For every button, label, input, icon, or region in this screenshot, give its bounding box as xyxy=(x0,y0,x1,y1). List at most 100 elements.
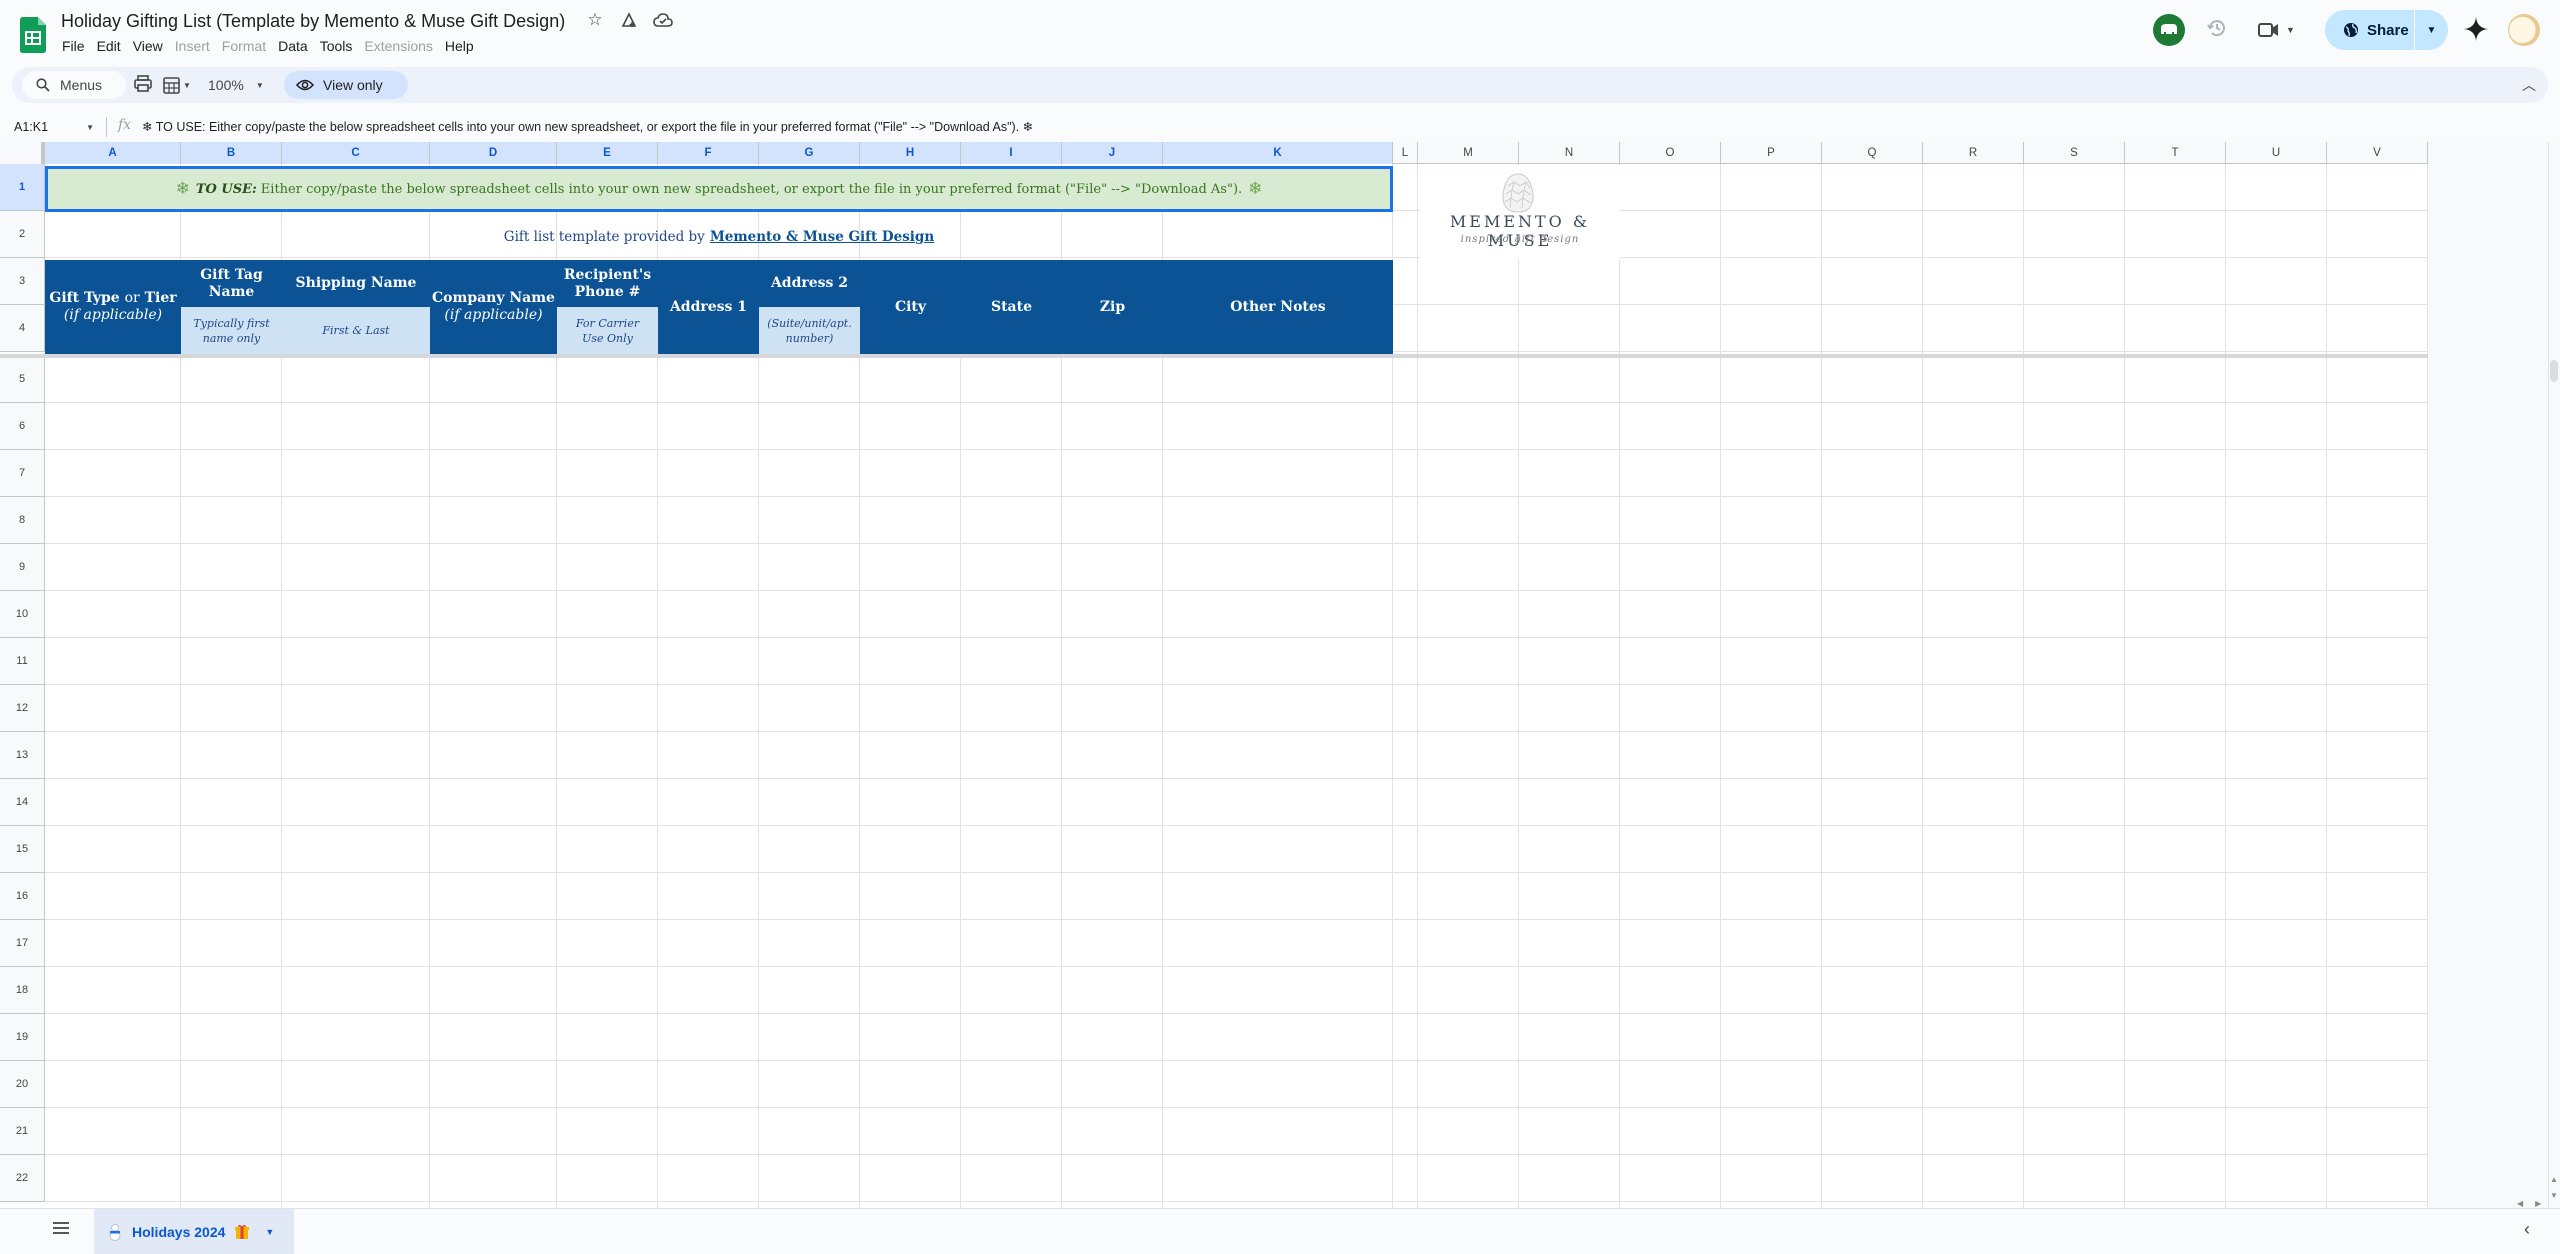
formula-input[interactable]: ❄ TO USE: Either copy/paste the below sp… xyxy=(142,119,1033,134)
header-gift-tag[interactable]: Gift Tag Name xyxy=(181,260,282,307)
menu-help[interactable]: Help xyxy=(439,36,480,56)
menu-view[interactable]: View xyxy=(127,36,169,56)
row-header-4[interactable]: 4 xyxy=(0,305,45,352)
scroll-down-icon[interactable]: ▼ xyxy=(2548,1188,2560,1204)
print-icon[interactable] xyxy=(134,75,154,95)
row-header-5[interactable]: 5 xyxy=(0,356,45,403)
row-header-13[interactable]: 13 xyxy=(0,732,45,779)
header-city[interactable]: City xyxy=(860,260,961,354)
star-icon[interactable]: ☆ xyxy=(585,10,605,30)
row-header-14[interactable]: 14 xyxy=(0,779,45,826)
column-header-m[interactable]: M xyxy=(1418,142,1519,164)
row-header-7[interactable]: 7 xyxy=(0,450,45,497)
column-header-b[interactable]: B xyxy=(181,142,282,164)
header-phone-sub[interactable]: For Carrier Use Only xyxy=(557,307,658,354)
header-address1[interactable]: Address 1 xyxy=(658,260,759,354)
memento-muse-logo[interactable]: MEMENTO & MUSE inspired gift design xyxy=(1420,166,1620,260)
row-header-18[interactable]: 18 xyxy=(0,967,45,1014)
view-only-badge[interactable]: View only xyxy=(284,71,408,99)
collapse-menus-icon[interactable]: ︿ xyxy=(2522,75,2536,95)
menu-data[interactable]: Data xyxy=(272,36,314,56)
scroll-left-icon[interactable]: ◀ xyxy=(2517,1199,2523,1208)
header-company[interactable]: Company Name (if applicable) xyxy=(430,260,557,354)
column-header-i[interactable]: I xyxy=(961,142,1062,164)
column-header-e[interactable]: E xyxy=(557,142,658,164)
column-header-t[interactable]: T xyxy=(2125,142,2226,164)
column-header-d[interactable]: D xyxy=(430,142,557,164)
column-header-p[interactable]: P xyxy=(1721,142,1822,164)
row-header-10[interactable]: 10 xyxy=(0,591,45,638)
column-header-v[interactable]: V xyxy=(2327,142,2428,164)
column-header-n[interactable]: N xyxy=(1519,142,1620,164)
format-number-button[interactable]: ▼ xyxy=(163,75,197,95)
document-title[interactable]: Holiday Gifting List (Template by Mement… xyxy=(61,11,565,32)
column-header-l[interactable]: L xyxy=(1393,142,1418,164)
credit-link[interactable]: Memento & Muse Gift Design xyxy=(710,229,934,245)
share-dropdown-button[interactable]: ▼ xyxy=(2415,25,2448,36)
row-header-20[interactable]: 20 xyxy=(0,1061,45,1108)
header-zip[interactable]: Zip xyxy=(1062,260,1163,354)
collapse-side-panel-icon[interactable]: ‹ xyxy=(2524,1219,2530,1240)
row-header-8[interactable]: 8 xyxy=(0,497,45,544)
credit-cell[interactable]: Gift list template provided by Memento &… xyxy=(45,213,1393,260)
row-header-11[interactable]: 11 xyxy=(0,638,45,685)
header-address2-sub[interactable]: (Suite/unit/apt. number) xyxy=(759,307,860,354)
select-all-corner[interactable] xyxy=(0,142,45,164)
column-header-o[interactable]: O xyxy=(1620,142,1721,164)
column-header-h[interactable]: H xyxy=(860,142,961,164)
header-other-notes[interactable]: Other Notes xyxy=(1163,260,1393,354)
row-header-9[interactable]: 9 xyxy=(0,544,45,591)
header-shipping-name[interactable]: Shipping Name xyxy=(282,260,430,307)
zoom-select[interactable]: 100% ▼ xyxy=(208,75,278,95)
row-header-6[interactable]: 6 xyxy=(0,403,45,450)
user-avatar[interactable] xyxy=(2508,14,2540,46)
row-header-21[interactable]: 21 xyxy=(0,1108,45,1155)
row-header-12[interactable]: 12 xyxy=(0,685,45,732)
share-button[interactable]: Share xyxy=(2325,10,2415,50)
column-header-a[interactable]: A xyxy=(45,142,181,164)
header-shipping-sub[interactable]: First & Last xyxy=(282,307,430,354)
column-header-k[interactable]: K xyxy=(1163,142,1393,164)
anonymous-viewer-avatar[interactable] xyxy=(2153,14,2185,46)
scroll-up-icon[interactable]: ▲ xyxy=(2548,1172,2560,1188)
cloud-saved-icon[interactable] xyxy=(653,10,673,30)
header-address2[interactable]: Address 2 xyxy=(759,260,860,307)
gemini-sparkle-icon[interactable] xyxy=(2463,16,2489,42)
header-gift-type[interactable]: Gift Type or Tier (if applicable) xyxy=(45,260,181,354)
add-shortcut-drive-icon[interactable] xyxy=(619,10,639,30)
menu-edit[interactable]: Edit xyxy=(91,36,127,56)
row-header-2[interactable]: 2 xyxy=(0,211,45,258)
search-menus-button[interactable]: Menus xyxy=(22,71,126,99)
column-header-u[interactable]: U xyxy=(2226,142,2327,164)
vertical-scroll-arrows[interactable]: ▲ ▼ xyxy=(2548,1172,2560,1204)
column-header-s[interactable]: S xyxy=(2024,142,2125,164)
chevron-down-icon[interactable]: ▼ xyxy=(265,1227,274,1237)
row-header-1[interactable]: 1 xyxy=(0,164,45,211)
scroll-right-icon[interactable]: ▶ xyxy=(2535,1199,2541,1208)
column-header-j[interactable]: J xyxy=(1062,142,1163,164)
sheet-tab-holidays-2024[interactable]: Holidays 2024 ▼ xyxy=(94,1209,294,1254)
sheets-logo-icon[interactable] xyxy=(20,17,46,53)
vertical-scrollbar[interactable] xyxy=(2548,142,2560,1208)
row-header-19[interactable]: 19 xyxy=(0,1014,45,1061)
row-header-15[interactable]: 15 xyxy=(0,826,45,873)
frozen-rows-divider[interactable] xyxy=(0,354,2428,358)
header-gift-tag-sub[interactable]: Typically first name only xyxy=(181,307,282,354)
row-header-3[interactable]: 3 xyxy=(0,258,45,305)
spreadsheet-grid[interactable]: ABCDEFGHIJKLMNOPQRSTUV 1 2 3 4 5 6 7 8 9 10 11 12 13… xyxy=(0,142,2560,1208)
column-header-q[interactable]: Q xyxy=(1822,142,1923,164)
row-header-22[interactable]: 22 xyxy=(0,1155,45,1202)
header-state[interactable]: State xyxy=(961,260,1062,354)
horizontal-scroll-arrows[interactable]: ◀ ▶ xyxy=(2517,1199,2541,1208)
menu-tools[interactable]: Tools xyxy=(314,36,359,56)
all-sheets-menu-icon[interactable] xyxy=(52,1221,72,1241)
row-header-16[interactable]: 16 xyxy=(0,873,45,920)
version-history-icon[interactable] xyxy=(2203,16,2231,44)
column-header-r[interactable]: R xyxy=(1923,142,2024,164)
instructions-banner-cell[interactable]: ❄ TO USE: Either copy/paste the below sp… xyxy=(45,166,1393,212)
row-header-17[interactable]: 17 xyxy=(0,920,45,967)
column-header-f[interactable]: F xyxy=(658,142,759,164)
header-phone[interactable]: Recipient's Phone # xyxy=(557,260,658,307)
name-box[interactable]: A1:K1 ▼ xyxy=(14,118,100,136)
column-header-g[interactable]: G xyxy=(759,142,860,164)
